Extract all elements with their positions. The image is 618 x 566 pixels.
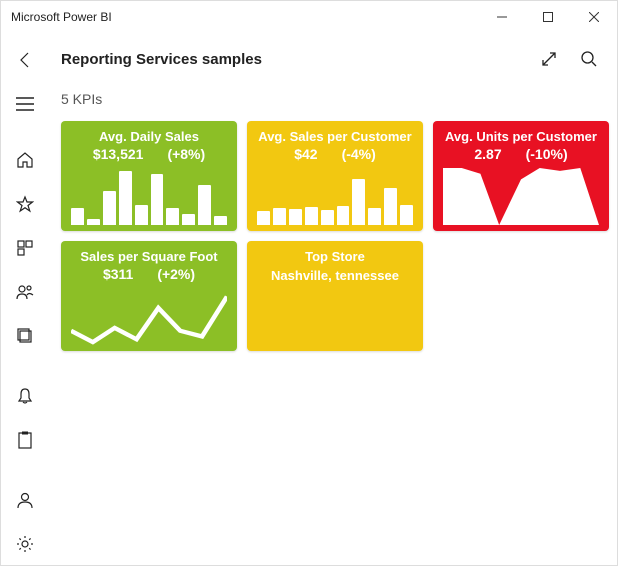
- section-subhead: 5 KPIs: [61, 91, 609, 107]
- kpi-value: $42: [294, 146, 317, 162]
- window-title: Microsoft Power BI: [11, 10, 479, 24]
- kpi-delta: (-10%): [526, 146, 568, 162]
- kpi-grid: Avg. Daily Sales $13,521 (+8%) Avg. Sale…: [61, 121, 609, 351]
- kpi-value: $13,521: [93, 146, 144, 162]
- kpi-subtitle: Nashville, tennessee: [257, 268, 413, 283]
- favorites-icon[interactable]: [1, 183, 49, 225]
- maximize-button[interactable]: [525, 1, 571, 33]
- main-content: Reporting Services samples 5 KPIs Avg. D…: [49, 33, 618, 565]
- search-button[interactable]: [569, 39, 609, 79]
- settings-icon[interactable]: [1, 523, 49, 565]
- kpi-card[interactable]: Top Store Nashville, tennessee: [247, 241, 423, 351]
- kpi-title: Top Store: [257, 249, 413, 264]
- close-button[interactable]: [571, 1, 617, 33]
- workspaces-icon[interactable]: [1, 315, 49, 357]
- kpi-title: Avg. Units per Customer: [443, 129, 599, 144]
- account-icon[interactable]: [1, 479, 49, 521]
- page-title: Reporting Services samples: [61, 51, 529, 68]
- sidebar: [1, 33, 49, 565]
- kpi-delta: (+2%): [157, 266, 195, 282]
- kpi-delta: (-4%): [342, 146, 376, 162]
- shared-icon[interactable]: [1, 271, 49, 313]
- notifications-icon[interactable]: [1, 375, 49, 417]
- home-icon[interactable]: [1, 139, 49, 181]
- hamburger-menu-button[interactable]: [1, 83, 49, 125]
- kpi-value: 2.87: [474, 146, 501, 162]
- topbar: Reporting Services samples: [61, 33, 609, 85]
- minimize-button[interactable]: [479, 1, 525, 33]
- back-button[interactable]: [1, 39, 49, 81]
- kpi-delta: (+8%): [167, 146, 205, 162]
- kpi-sparkline: [71, 168, 227, 225]
- kpi-card[interactable]: Avg. Daily Sales $13,521 (+8%): [61, 121, 237, 231]
- fullscreen-button[interactable]: [529, 39, 569, 79]
- kpi-title: Avg. Sales per Customer: [257, 129, 413, 144]
- apps-icon[interactable]: [1, 227, 49, 269]
- kpi-value: $311: [103, 266, 133, 282]
- kpi-card[interactable]: Sales per Square Foot $311 (+2%): [61, 241, 237, 351]
- window-titlebar: Microsoft Power BI: [1, 1, 617, 33]
- clipboard-icon[interactable]: [1, 419, 49, 461]
- kpi-sparkline: [71, 288, 227, 345]
- kpi-card[interactable]: Avg. Sales per Customer $42 (-4%): [247, 121, 423, 231]
- kpi-sparkline: [443, 168, 599, 225]
- kpi-card[interactable]: Avg. Units per Customer 2.87 (-10%): [433, 121, 609, 231]
- kpi-sparkline: [257, 168, 413, 225]
- kpi-title: Sales per Square Foot: [71, 249, 227, 264]
- kpi-title: Avg. Daily Sales: [71, 129, 227, 144]
